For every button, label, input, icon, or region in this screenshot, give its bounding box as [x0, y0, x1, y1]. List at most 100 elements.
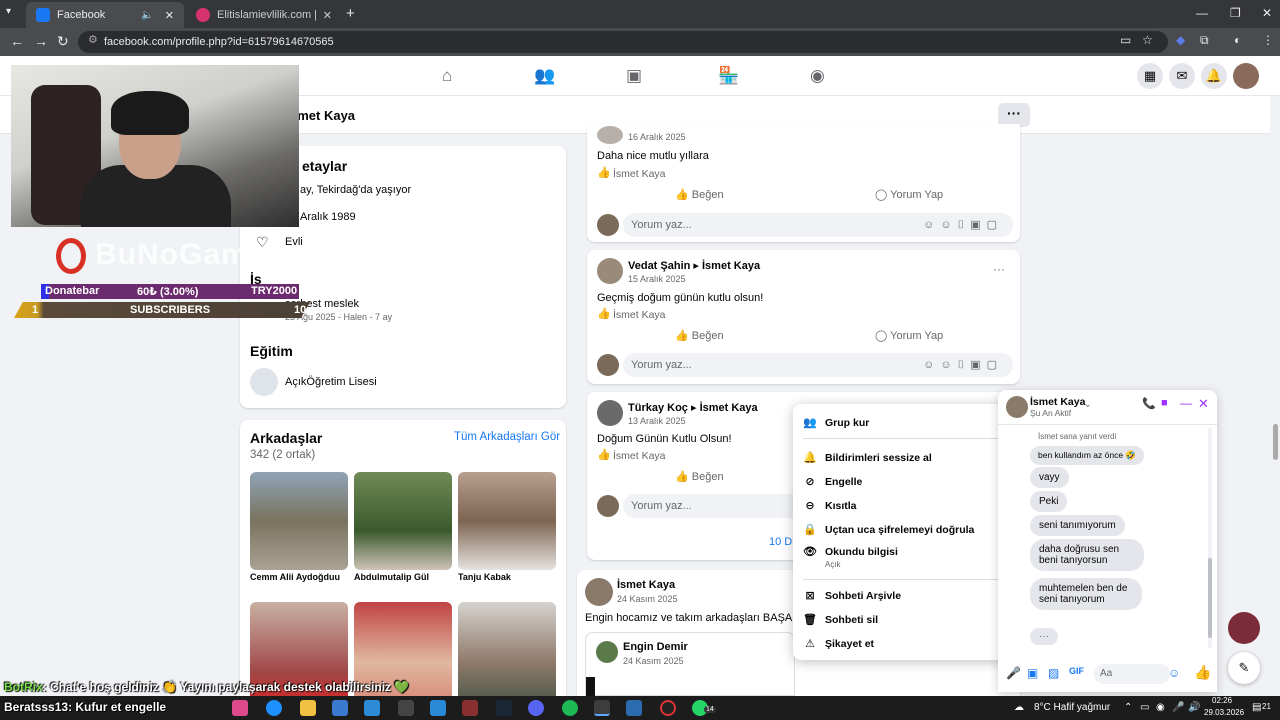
volume-icon[interactable]: 🔊	[1188, 702, 1200, 713]
tab-facebook[interactable]: Facebook 🔈 ✕	[26, 2, 184, 28]
friend-photo[interactable]	[250, 472, 348, 570]
shared-author-avatar[interactable]	[596, 641, 618, 663]
menu-item-create-group[interactable]: 👥 Grup kur	[803, 416, 869, 430]
post-author-avatar[interactable]	[597, 258, 623, 284]
post-header[interactable]: Vedat Şahin ▸ İsmet Kaya	[628, 259, 760, 272]
thumbs-up-send-icon[interactable]: 👍	[1194, 664, 1211, 681]
extension-icon[interactable]: ◆	[1176, 33, 1185, 47]
menu-item-mute[interactable]: 🔔 Bildirimleri sessize al	[803, 451, 932, 465]
minimize-chat-icon[interactable]: —	[1180, 396, 1192, 410]
chrome-icon[interactable]	[594, 700, 610, 716]
shared-date[interactable]: 24 Kasım 2025	[623, 656, 684, 666]
close-window-icon[interactable]: ✕	[1262, 6, 1272, 20]
menu-grid-icon[interactable]: ▦	[1137, 63, 1163, 89]
spotify-icon[interactable]	[562, 700, 578, 716]
clock-date[interactable]: 29.03.2026	[1204, 708, 1244, 717]
phone-icon[interactable]: 📞	[1142, 397, 1156, 410]
mic-tray-icon[interactable]: 🎤	[1172, 702, 1184, 713]
app-icon[interactable]	[430, 700, 446, 716]
weather-icon[interactable]: ☁	[1014, 702, 1024, 713]
post-date[interactable]: 24 Kasım 2025	[617, 594, 678, 604]
file-explorer-icon[interactable]	[300, 700, 316, 716]
clock-time[interactable]: 02:26	[1212, 696, 1232, 705]
restore-icon[interactable]: ❐	[1230, 6, 1241, 20]
friend-photo[interactable]	[458, 602, 556, 702]
app-icon[interactable]	[364, 700, 380, 716]
tab-audio-icon[interactable]: 🔈	[141, 10, 153, 21]
steam-icon[interactable]	[496, 700, 512, 716]
menu-item-read-receipts[interactable]: 👁 Okundu bilgisi	[803, 545, 898, 559]
menu-item-archive[interactable]: ⊠ Sohbeti Arşivle	[803, 589, 901, 603]
comment-input[interactable]: Yorum yaz... ☺☺⌷▣▢	[623, 213, 1013, 237]
see-all-friends-link[interactable]: Tüm Arkadaşları Gör	[454, 431, 560, 443]
chevron-down-icon[interactable]: ⌄	[1084, 399, 1092, 410]
post-author[interactable]: İsmet Kaya	[617, 579, 675, 591]
chat-scroll-thumb[interactable]	[1208, 558, 1212, 638]
store-icon[interactable]	[332, 700, 348, 716]
page-scroll-thumb[interactable]	[1273, 424, 1278, 460]
app-icon[interactable]	[398, 700, 414, 716]
app-icon[interactable]	[232, 700, 248, 716]
new-message-icon[interactable]: ✎	[1228, 652, 1260, 684]
close-tab-icon[interactable]: ✕	[323, 9, 332, 22]
page-scrollbar[interactable]	[1270, 96, 1280, 696]
friend-name[interactable]: Cemm Alii Aydoğduu	[250, 572, 340, 582]
extensions-puzzle-icon[interactable]: ⧉	[1200, 33, 1209, 48]
network-icon[interactable]: ◉	[1156, 702, 1165, 713]
emoji-icon[interactable]: ☺	[1168, 666, 1180, 680]
comment-tools-icon[interactable]: ☺☺⌷▣▢	[923, 213, 1003, 237]
profile-icon[interactable]: ◐	[1234, 33, 1241, 47]
app-icon[interactable]	[626, 700, 642, 716]
post-author-avatar[interactable]	[585, 578, 613, 606]
chat-contact-name[interactable]: İsmet Kaya	[1030, 396, 1085, 408]
like-button[interactable]: 👍 Beğen	[675, 329, 724, 342]
tray-app-icon[interactable]: ▭	[1140, 702, 1149, 713]
menu-item-block[interactable]: ⊘ Engelle	[803, 475, 862, 489]
chat-scrollbar[interactable]	[1208, 428, 1212, 648]
post-author-avatar[interactable]	[597, 126, 623, 144]
chat-avatar[interactable]	[1006, 396, 1028, 418]
profile-name[interactable]: smet Kaya	[290, 108, 355, 123]
notifications-bell-icon[interactable]: 🔔	[1201, 63, 1227, 89]
groups-icon[interactable]: ◉	[810, 66, 825, 86]
menu-item-delete[interactable]: 🗑 Sohbeti sil	[803, 613, 878, 627]
comment-input[interactable]: Yorum yaz... ☺☺⌷▣▢	[623, 353, 1013, 377]
gif-icon[interactable]: GIF	[1069, 666, 1084, 676]
post-recipient[interactable]: İsmet Kaya	[700, 402, 758, 414]
browser-menu-icon[interactable]: ⋮	[1262, 33, 1274, 47]
tab-elitislami[interactable]: Elitislamievlilik.com | Evlilik Site ✕	[186, 2, 342, 28]
discord-icon[interactable]	[528, 700, 544, 716]
marketplace-icon[interactable]: 🏪	[718, 66, 739, 86]
home-icon[interactable]: ⌂	[442, 66, 452, 86]
menu-item-report[interactable]: ⚠ Şikayet et	[803, 637, 874, 651]
mic-icon[interactable]: 🎤	[1006, 666, 1021, 680]
messenger-icon[interactable]: ✉	[1169, 63, 1195, 89]
post-options-icon[interactable]: ···	[993, 262, 1005, 276]
comment-tools-icon[interactable]: ☺☺⌷▣▢	[923, 353, 1003, 377]
comment-input[interactable]: Yorum yaz...	[623, 494, 813, 518]
post-author[interactable]: Vedat Şahin	[628, 260, 690, 272]
chat-head-avatar[interactable]	[1228, 612, 1260, 644]
menu-item-verify-encryption[interactable]: 🔒 Uçtan uca şifrelemeyi doğrula	[803, 523, 974, 537]
liker-name[interactable]: İsmet Kaya	[613, 168, 666, 180]
post-author[interactable]: Türkay Koç	[628, 402, 688, 414]
tab-list-icon[interactable]: ▾	[6, 6, 11, 17]
video-icon[interactable]: ▣	[626, 66, 642, 86]
comment-button[interactable]: ◯ Yorum Yap	[875, 188, 943, 201]
forward-icon[interactable]: →	[34, 33, 48, 49]
post-date[interactable]: 16 Aralık 2025	[628, 132, 686, 142]
message-input[interactable]: Aa	[1094, 664, 1170, 684]
friend-photo[interactable]	[354, 472, 452, 570]
post-author-avatar[interactable]	[597, 400, 623, 426]
sticker-icon[interactable]: ▨	[1048, 666, 1059, 680]
shared-author[interactable]: Engin Demir	[623, 641, 688, 653]
cast-icon[interactable]: ▭	[1120, 33, 1131, 47]
bookmark-star-icon[interactable]: ☆	[1142, 33, 1153, 47]
like-reaction-icon[interactable]: 👍	[597, 448, 611, 461]
weather-text[interactable]: 8°C Hafif yağmur	[1034, 702, 1110, 713]
video-call-icon[interactable]: ■	[1161, 397, 1168, 409]
liker-name[interactable]: İsmet Kaya	[613, 309, 666, 321]
site-info-icon[interactable]: ⚙	[88, 33, 98, 46]
post-date[interactable]: 15 Aralık 2025	[628, 274, 686, 284]
comment-button[interactable]: ◯ Yorum Yap	[875, 329, 943, 342]
